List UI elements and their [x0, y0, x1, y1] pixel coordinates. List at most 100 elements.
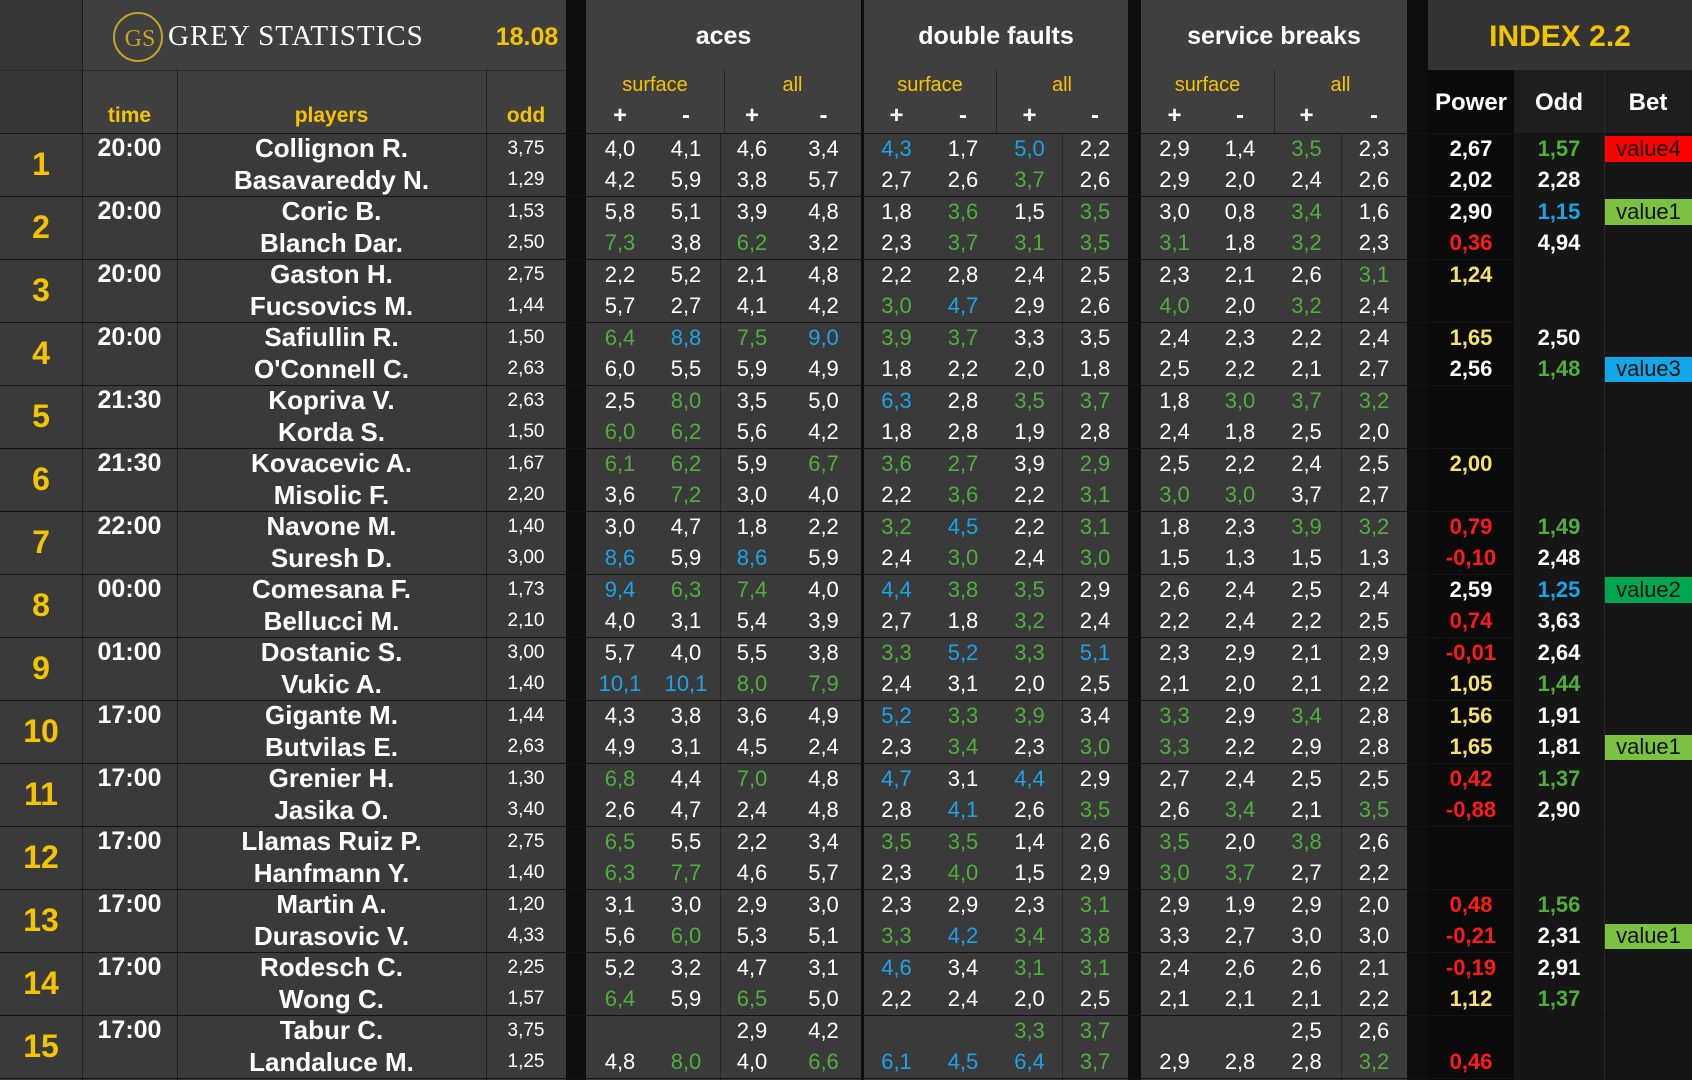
stat-value: 3,5: [1079, 797, 1111, 823]
player-odd: 1,40: [507, 515, 545, 537]
stat-value: 2,9: [1159, 135, 1190, 161]
stat-value: 2,9: [1159, 1049, 1190, 1075]
player-name: Wong C.: [279, 983, 384, 1014]
match-time: 22:00: [97, 512, 162, 541]
stat-value: 4,8: [808, 765, 839, 791]
stat-value: 5,6: [604, 923, 636, 949]
stat-value: 5,2: [881, 702, 912, 728]
power-value: -0,88: [1445, 797, 1497, 823]
player-odd: 1,29: [507, 169, 545, 191]
stat-value: 2,5: [1358, 765, 1390, 791]
stat-value: 3,1: [1079, 954, 1111, 980]
stat-value: 2,3: [881, 230, 912, 256]
stat-value: 2,4: [881, 545, 912, 571]
stat-value: 2,7: [881, 608, 912, 634]
stat-value: 1,8: [1159, 387, 1190, 413]
player-name: Bellucci M.: [263, 605, 400, 636]
stat-value: 2,1: [1224, 261, 1256, 287]
stat-value: 2,3: [1014, 734, 1045, 760]
player-name: Kovacevic A.: [251, 448, 412, 479]
stat-value: 3,3: [881, 639, 912, 665]
stat-value: 3,0: [1079, 545, 1111, 571]
stat-group-title: aces: [695, 21, 752, 50]
bet-badge: value2: [1605, 577, 1692, 603]
plus-subheader: +: [1167, 102, 1182, 129]
match-time: 17:00: [97, 701, 162, 730]
col-bet-header: Bet: [1628, 89, 1668, 116]
minus-subheader: -: [1370, 102, 1378, 129]
stat-value: 2,8: [881, 797, 912, 823]
player-name: Gaston H.: [270, 259, 393, 290]
subheader-divider: [724, 70, 725, 133]
stat-value: 3,4: [947, 954, 979, 980]
stat-value: 2,6: [1358, 828, 1390, 854]
stat-value: 4,2: [604, 167, 636, 193]
stat-value: 8,8: [670, 324, 702, 350]
stat-value: 1,4: [1014, 828, 1045, 854]
stat-value: 4,5: [947, 1049, 979, 1075]
stat-value: 3,9: [1291, 513, 1322, 539]
stat-value: 5,9: [736, 356, 768, 382]
power-value: [1428, 858, 1514, 890]
all-subheader: all: [782, 73, 803, 96]
stat-value: 6,1: [604, 450, 636, 476]
power-value: 2,90: [1449, 198, 1493, 224]
player-name: Fucsovics M.: [249, 290, 414, 321]
stat-value: 4,1: [736, 293, 768, 319]
index-odd-value: 1,37: [1537, 986, 1581, 1012]
match-number: 3: [32, 272, 50, 308]
index-odd-value: 1,15: [1537, 198, 1581, 224]
player-name: Butvilas E.: [265, 731, 398, 762]
stat-value: 8,6: [604, 545, 636, 571]
match-time: 20:00: [97, 260, 162, 289]
stat-value: 3,8: [808, 639, 839, 665]
player-odd: 1,44: [507, 295, 545, 317]
stat-value: 2,5: [1291, 576, 1322, 602]
index-odd-value: 1,56: [1537, 891, 1581, 917]
match-number: 7: [32, 524, 50, 560]
stat-value: 6,2: [670, 450, 702, 476]
stat-value: 3,3: [1014, 324, 1045, 350]
stat-value: 1,8: [736, 513, 768, 539]
stat-value: 2,5: [1159, 356, 1190, 382]
player-odd: 1,40: [507, 862, 545, 884]
player-odd: 1,50: [507, 421, 545, 443]
stat-value: 1,5: [1014, 860, 1045, 886]
player-odd: 1,50: [507, 326, 545, 348]
stat-value: 2,2: [1291, 608, 1322, 634]
stat-value: 2,5: [1291, 1017, 1322, 1043]
stat-value: 3,5: [1079, 230, 1111, 256]
brand-name: GREY STATISTICS: [168, 19, 424, 52]
stat-value: 4,7: [670, 797, 702, 823]
bet-badge: value4: [1605, 136, 1692, 162]
stat-value: 2,4: [1224, 608, 1256, 634]
stat-value: [1208, 1015, 1272, 1047]
power-value: 1,24: [1449, 261, 1493, 287]
stat-value: [1141, 1015, 1208, 1047]
stat-value: 5,9: [670, 545, 702, 571]
match-number: 4: [32, 335, 50, 371]
plus-subheader: +: [889, 102, 904, 129]
player-name: Tabur C.: [279, 1015, 384, 1046]
stat-value: 4,2: [947, 923, 979, 949]
stat-value: 3,7: [1079, 1017, 1111, 1043]
match-number: 5: [32, 398, 50, 434]
stat-value: 3,9: [1014, 702, 1045, 728]
player-odd: 2,63: [507, 736, 545, 758]
stat-value: 3,1: [947, 765, 979, 791]
stat-value: 4,4: [670, 765, 702, 791]
stat-value: 2,0: [1224, 293, 1256, 319]
stat-value: 2,0: [1358, 419, 1390, 445]
player-odd: 1,44: [507, 704, 545, 726]
all-subheader: all: [1330, 73, 1351, 96]
index-odd-value: 2,50: [1537, 324, 1581, 350]
stat-value: 2,9: [1224, 702, 1256, 728]
stat-value: 5,0: [1014, 135, 1045, 161]
index-odd-value: [1514, 1047, 1604, 1079]
match-time: 17:00: [97, 890, 162, 919]
stat-value: 5,7: [604, 639, 636, 665]
bet-badge: value3: [1605, 356, 1692, 382]
stat-value: 2,9: [947, 891, 979, 917]
stat-value: 4,8: [808, 261, 839, 287]
stat-value: 4,9: [808, 356, 839, 382]
